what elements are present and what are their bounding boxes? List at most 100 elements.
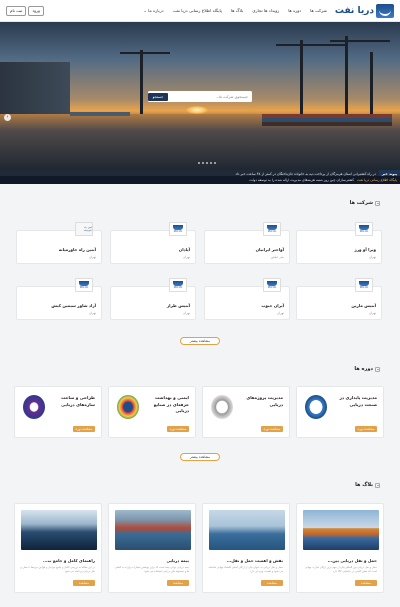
containers xyxy=(70,112,130,116)
company-card[interactable]: SEA OIL آبتیس طراز تهران xyxy=(110,278,196,320)
company-location: تهران xyxy=(183,255,190,259)
ship-icon xyxy=(359,280,369,286)
ticker-text-2[interactable]: کشتی‌سازان چین روز شنبه هزینه‌های مدیریت… xyxy=(249,178,357,182)
company-name: آیران جنوب xyxy=(261,303,284,308)
crane-icon xyxy=(370,52,373,116)
logo-caption: SEA OIL xyxy=(359,230,369,234)
blog-title: نقش و اهمیت حمل و نقل... xyxy=(226,558,283,563)
company-card[interactable]: SEA OIL آواختر ایرانیان بندر عباس xyxy=(204,222,290,264)
ticker-highlight[interactable]: پایگاه اطلاع رسانی دریا نفت xyxy=(357,178,400,182)
read-blog-button[interactable]: مشاهده xyxy=(261,580,283,586)
courses-section-title: دوره ها xyxy=(354,366,380,372)
company-card[interactable]: آبتین راه خاورمیانه آبتین راه خاورمیانه … xyxy=(16,222,102,264)
crane-icon xyxy=(140,50,143,114)
top-header: دریا نفت شرکت ها دوره ها رویداد ها تجاری… xyxy=(0,0,400,22)
crane-boom xyxy=(276,44,346,46)
course-card[interactable]: طراحی و ساخت سازه‌های دریایی مشاهده دوره xyxy=(14,386,102,438)
view-course-button[interactable]: مشاهده دوره xyxy=(167,426,189,432)
company-name: ویرا آو ورژ xyxy=(354,247,376,252)
company-location: تهران xyxy=(277,311,284,315)
containers xyxy=(262,122,392,126)
slider-dot[interactable] xyxy=(214,162,216,164)
logo-text: دریا نفت xyxy=(334,5,374,16)
slider-dot[interactable] xyxy=(198,162,200,164)
crane-boom xyxy=(330,40,390,42)
search-button[interactable]: جستجو xyxy=(148,92,168,101)
ship-icon xyxy=(359,224,369,230)
blog-title: راهنمای کامل و جامع ب... xyxy=(42,558,95,563)
course-logo xyxy=(117,395,139,419)
blog-card[interactable]: حمل و نقل دریایی بین... حمل و نقل دریایی… xyxy=(296,503,384,593)
company-card[interactable]: SEA OIL آپادان تهران xyxy=(110,222,196,264)
nav-news-portal[interactable]: پایگاه اطلاع رسانی دریا نفت xyxy=(173,8,222,13)
section-title-text: دوره ها xyxy=(354,366,373,372)
login-button[interactable]: ورود xyxy=(28,5,44,16)
read-blog-button[interactable]: مشاهده xyxy=(167,580,189,586)
view-course-button[interactable]: مشاهده دوره xyxy=(355,426,377,432)
company-logo: SEA OIL xyxy=(75,278,93,292)
course-name: ایمنی و بهداشت حرفه‌ای در صنایع دریایی xyxy=(153,395,189,413)
ship-icon xyxy=(267,224,277,230)
company-location: تهران xyxy=(89,255,96,259)
slider-dot[interactable] xyxy=(206,162,208,164)
read-blog-button[interactable]: مشاهده xyxy=(355,580,377,586)
nav-companies[interactable]: شرکت ها xyxy=(310,8,327,13)
search-input[interactable]: جستجوی شرکت ها... xyxy=(170,95,253,99)
blog-title: بیمه دریایی xyxy=(166,558,189,563)
logo-caption: SEA OIL xyxy=(267,230,277,234)
course-logo xyxy=(211,395,233,419)
site-logo[interactable]: دریا نفت xyxy=(334,3,394,18)
company-name: آواختر ایرانیان xyxy=(255,247,284,252)
nav-about[interactable]: درباره ما ⌄ xyxy=(143,8,163,13)
courses-more-button[interactable]: مشاهده بیشتر xyxy=(180,453,220,461)
course-card[interactable]: مدیریت پروژه‌های دریایی مشاهده دوره xyxy=(202,386,290,438)
company-card[interactable]: SEA OIL آیران جنوب تهران xyxy=(204,278,290,320)
ship-icon xyxy=(173,280,183,286)
slider-dots[interactable] xyxy=(198,162,216,164)
register-button[interactable]: ثبت نام xyxy=(6,5,27,16)
logo-caption: SEA OIL xyxy=(359,286,369,290)
ship-icon xyxy=(173,224,183,230)
blog-card[interactable]: بیمه دریایی بیمه دریایی نوعی بیمه است که… xyxy=(108,503,196,593)
crane-icon xyxy=(300,40,303,116)
read-blog-button[interactable]: مشاهده xyxy=(73,580,95,586)
course-card[interactable]: مدیریت پایداری در صنعت دریایی مشاهده دور… xyxy=(296,386,384,438)
company-logo: SEA OIL xyxy=(263,222,281,236)
slider-dot[interactable] xyxy=(202,162,204,164)
ship-icon xyxy=(79,280,89,286)
company-card[interactable]: SEA OIL آزاد شاور سیمین کیش تهران xyxy=(16,278,102,320)
section-icon xyxy=(375,482,380,488)
company-card[interactable]: SEA OIL آبتیس مارین تهران xyxy=(296,278,382,320)
blog-description: حمل و نقل دریایی بین المللی یکی از مهم ت… xyxy=(304,566,377,573)
blog-card[interactable]: راهنمای کامل و جامع ب... در این مقاله به… xyxy=(14,503,102,593)
blog-description: حمل و نقل دریایی به عنوان یکی از ارکان ا… xyxy=(208,566,284,573)
slider-dot[interactable] xyxy=(210,162,212,164)
nav-blogs[interactable]: بلاگ ها xyxy=(231,8,243,13)
prev-slide-arrow-icon[interactable]: ‹ xyxy=(4,114,11,121)
company-location: تهران xyxy=(369,311,376,315)
course-logo xyxy=(305,395,327,419)
logo-caption: SEA OIL xyxy=(267,286,277,290)
companies-more-button[interactable]: مشاهده بیشتر xyxy=(180,337,220,345)
company-logo: SEA OIL xyxy=(169,278,187,292)
company-name: آبتین راه خاورمیانه xyxy=(58,247,96,252)
course-card[interactable]: ایمنی و بهداشت حرفه‌ای در صنایع دریایی م… xyxy=(108,386,196,438)
logo-caption: SEA OIL xyxy=(79,286,89,290)
companies-section-title: شرکت ها xyxy=(350,200,380,206)
logo-caption: آبتین راه خاورمیانه xyxy=(83,226,92,233)
auth-actions: ورود ثبت نام xyxy=(6,5,44,16)
blog-description: در این مقاله به بررسی کامل و جامع مراحل … xyxy=(20,566,95,573)
view-course-button[interactable]: مشاهده دوره xyxy=(261,426,283,432)
crane-boom xyxy=(120,52,170,54)
company-card[interactable]: SEA OIL ویرا آو ورژ تهران xyxy=(296,222,382,264)
blog-card[interactable]: نقش و اهمیت حمل و نقل... حمل و نقل دریای… xyxy=(202,503,290,593)
nav-courses[interactable]: دوره ها xyxy=(288,8,301,13)
view-course-button[interactable]: مشاهده دوره xyxy=(73,426,95,432)
course-name: مدیریت پروژه‌های دریایی xyxy=(246,395,283,407)
crane-icon xyxy=(345,36,348,116)
section-title-text: بلاگ ها xyxy=(355,482,373,488)
nav-events[interactable]: رویداد ها تجاری xyxy=(252,8,279,13)
company-name: آبتیس طراز xyxy=(166,303,190,308)
hero-banner: ‹ جستجوی شرکت ها... جستجو xyxy=(0,22,400,170)
blog-image xyxy=(21,510,97,550)
